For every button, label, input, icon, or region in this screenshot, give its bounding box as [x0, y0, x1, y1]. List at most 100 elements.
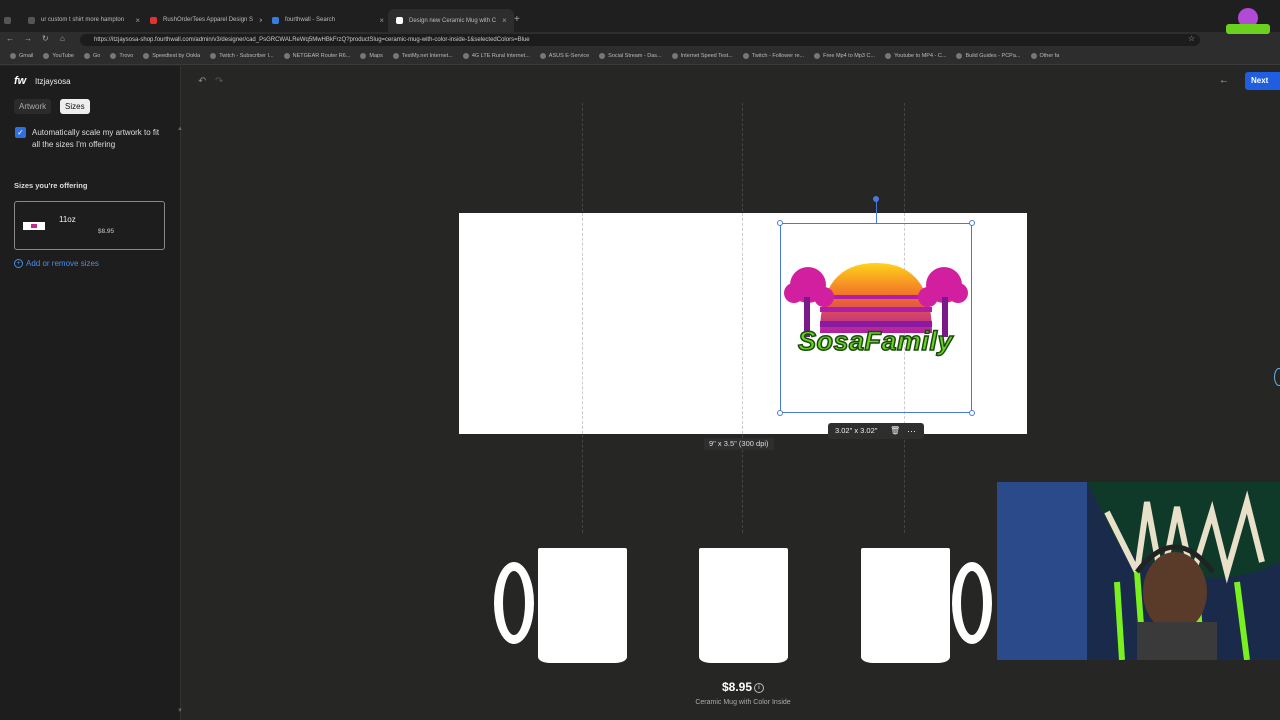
bookmark-label: Build Guides - PCPa... — [965, 53, 1021, 59]
tab-label: RushOrderTees Apparel Design S — [163, 17, 254, 23]
print-dimensions: 9" x 3.5" (300 dpi) — [704, 438, 774, 450]
bookmark-favicon-icon — [360, 53, 367, 59]
trash-icon[interactable]: 🗑 — [890, 423, 900, 439]
close-icon[interactable]: × — [502, 16, 507, 25]
bookmark-item[interactable]: Gmail — [10, 53, 33, 59]
store-name: Itzjaysosa — [35, 77, 71, 86]
bookmark-label: Social Stream - Das... — [608, 53, 662, 59]
bookmark-label: Go — [93, 53, 101, 59]
bookmark-favicon-icon — [462, 53, 469, 59]
bookmark-favicon-icon — [956, 53, 963, 59]
bookmark-item[interactable]: Twitch - Follower re... — [742, 53, 804, 59]
bookmark-favicon-icon — [210, 53, 217, 59]
mug-preview-right[interactable] — [861, 548, 950, 663]
scroll-down-icon[interactable]: ▼ — [177, 708, 183, 714]
bookmark-label: Speedtest by Ookla — [152, 53, 201, 59]
sidebar — [0, 66, 181, 720]
sidebar-scrollbar[interactable]: ▲ ▼ — [177, 126, 183, 718]
bookmark-label: Maps — [369, 53, 383, 59]
tab-label: ur custom t shirt more hampton — [41, 17, 125, 23]
bookmark-item[interactable]: NETGEAR Router R6... — [283, 53, 351, 59]
forward-icon[interactable]: → — [24, 34, 32, 43]
browser-tab[interactable]: RushOrderTees Apparel Design S × — [150, 11, 262, 29]
mug-handle-right — [952, 562, 992, 644]
bookmark-item[interactable]: Free Mp4 to Mp3 C... — [814, 53, 875, 59]
bookmark-favicon-icon — [599, 53, 606, 59]
bookmark-item[interactable]: Internet Speed Test... — [671, 53, 733, 59]
mug-preview-left[interactable] — [538, 548, 627, 663]
bookmark-item[interactable]: YouTube — [43, 53, 74, 59]
undo-icon[interactable]: ↶ — [198, 76, 206, 87]
resize-handle[interactable] — [969, 220, 975, 226]
side-scroll-indicator[interactable] — [1274, 368, 1280, 386]
resize-handle[interactable] — [969, 410, 975, 416]
tab-artwork[interactable]: Artwork — [14, 99, 52, 114]
rotate-handle[interactable] — [873, 196, 879, 202]
bookmark-item[interactable]: Go — [84, 53, 100, 59]
tab-label: Design new Ceramic Mug with C — [409, 17, 497, 24]
bookmark-favicon-icon — [539, 53, 546, 59]
bookmark-favicon-icon — [143, 53, 150, 59]
mug-preview-front[interactable] — [699, 548, 788, 663]
reload-icon[interactable]: ↻ — [42, 34, 49, 43]
add-remove-sizes-link[interactable]: + Add or remove sizes — [14, 259, 99, 268]
more-options-icon[interactable]: ⋯ — [907, 423, 916, 439]
browser-tab[interactable]: fourthwall - Search × — [272, 11, 384, 29]
browser-menu-icon[interactable] — [4, 11, 11, 29]
info-icon[interactable]: i — [754, 682, 765, 693]
bookmark-item[interactable]: TestMy.net Internet... — [392, 53, 453, 59]
bookmark-item[interactable]: ASUS E-Service — [539, 53, 590, 59]
bookmark-favicon-icon — [671, 53, 678, 59]
browser-tab[interactable]: ur custom t shirt more hampton × — [28, 11, 140, 29]
bookmark-label: Free Mp4 to Mp3 C... — [823, 53, 876, 59]
new-tab-icon[interactable]: + — [514, 14, 520, 25]
browser-tab-active[interactable]: Design new Ceramic Mug with C × — [388, 9, 514, 32]
scroll-up-icon[interactable]: ▲ — [177, 126, 183, 132]
price-value: $8.95 — [721, 680, 753, 694]
add-sizes-label: Add or remove sizes — [26, 259, 99, 268]
close-icon[interactable]: × — [379, 16, 384, 25]
selection-box[interactable] — [780, 223, 972, 413]
bookmark-label: NETGEAR Router R6... — [292, 53, 351, 59]
home-icon[interactable]: ⌂ — [60, 34, 65, 43]
back-icon[interactable]: ← — [6, 34, 14, 43]
bookmark-favicon-icon — [43, 53, 50, 59]
bookmark-item[interactable]: Speedtest by Ookla — [143, 53, 200, 59]
bookmark-label: ASUS E-Service — [548, 53, 590, 59]
bookmark-item[interactable]: Twitch - Subscriber I... — [210, 53, 274, 59]
bookmark-item[interactable]: Youtube to MP4 - C... — [885, 53, 946, 59]
tab-label: fourthwall - Search — [285, 17, 336, 23]
size-price: $8.95 — [97, 228, 115, 235]
close-icon[interactable]: × — [135, 16, 140, 25]
bookmark-item[interactable]: Trovo — [110, 53, 133, 59]
bookmark-label: Youtube to MP4 - C... — [894, 53, 947, 59]
bookmark-label: Trovo — [119, 53, 134, 59]
resize-handle[interactable] — [777, 410, 783, 416]
bookmark-item[interactable]: Build Guides - PCPa... — [956, 53, 1021, 59]
bookmark-item[interactable]: Social Stream - Das... — [599, 53, 662, 59]
fourthwall-logo[interactable]: fw — [14, 75, 26, 87]
redo-icon[interactable]: ↷ — [215, 76, 223, 87]
print-guide — [582, 213, 583, 434]
bookmark-item[interactable]: Other fa — [1030, 53, 1059, 59]
bookmark-item[interactable]: 4G LTE Rural Internet... — [462, 53, 530, 59]
bookmark-label: Gmail — [19, 53, 34, 59]
bookmark-star-icon[interactable]: ☆ — [1188, 34, 1195, 43]
bookmark-label: YouTube — [52, 53, 74, 59]
selection-size: 3.02" x 3.02" — [835, 426, 878, 435]
back-arrow-icon[interactable]: ← — [1219, 75, 1229, 86]
auto-scale-checkbox[interactable]: ✓ — [15, 127, 26, 138]
bookmark-favicon-icon — [10, 53, 16, 59]
bookmark-label: Twitch - Subscriber I... — [219, 53, 274, 59]
url-field[interactable]: https://itzjaysosa-shop.fourthwall.com/a… — [80, 34, 1200, 46]
close-icon[interactable]: × — [259, 16, 262, 25]
size-card-11oz[interactable]: 11oz $8.95 — [14, 201, 165, 250]
resize-handle[interactable] — [777, 220, 783, 226]
next-button[interactable]: Next — [1245, 72, 1280, 90]
bookmark-item[interactable]: Maps — [360, 53, 383, 59]
profile-avatar[interactable] — [1220, 6, 1276, 38]
tab-sizes[interactable]: Sizes — [60, 99, 90, 114]
bookmark-label: Internet Speed Test... — [680, 53, 733, 59]
plus-circle-icon: + — [14, 259, 23, 268]
bookmark-favicon-icon — [110, 53, 117, 59]
